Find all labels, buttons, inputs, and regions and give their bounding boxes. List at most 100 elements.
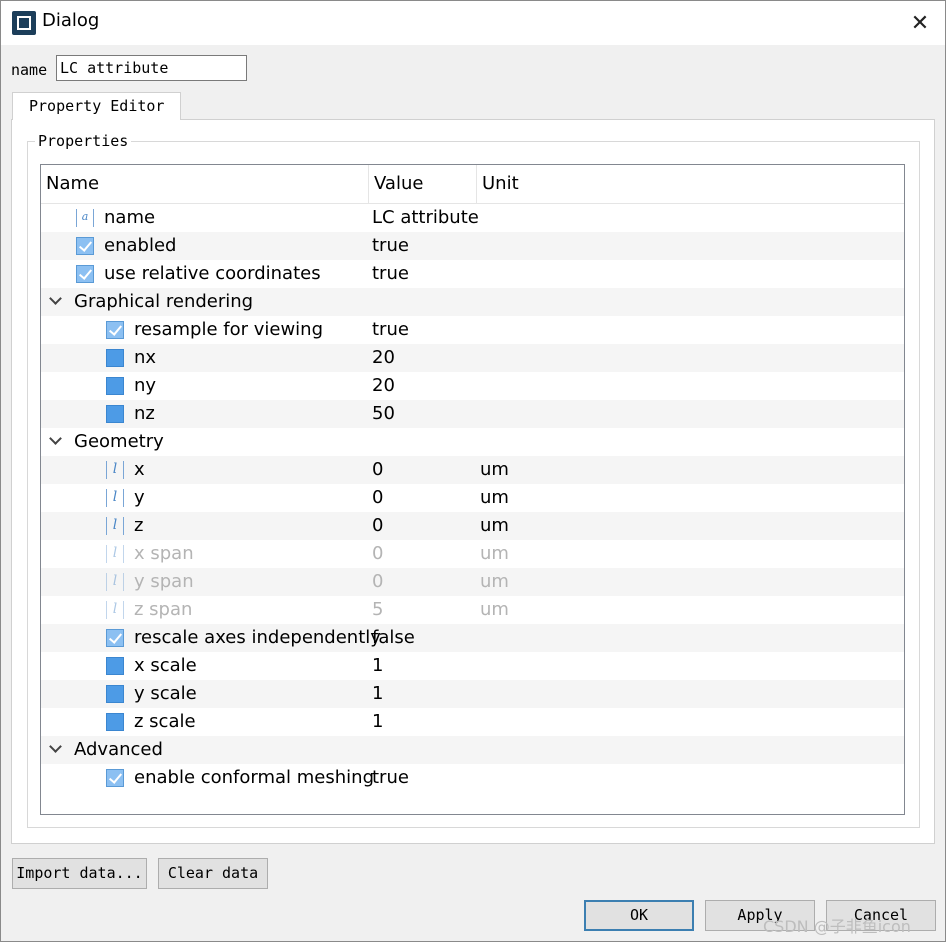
- tree-group-row[interactable]: Graphical rendering: [41, 288, 904, 316]
- row-name: z: [134, 515, 144, 536]
- tree-row[interactable]: l y 0 um: [41, 484, 904, 512]
- row-name: x scale: [134, 655, 197, 676]
- ok-button[interactable]: OK: [584, 900, 694, 931]
- row-value[interactable]: 1: [372, 652, 383, 680]
- tree-row[interactable]: resample for viewing true: [41, 316, 904, 344]
- row-name: resample for viewing: [134, 319, 323, 340]
- row-value[interactable]: LC attribute: [372, 204, 479, 232]
- checkbox-icon: [76, 265, 94, 283]
- tree-row[interactable]: nx 20: [41, 344, 904, 372]
- tree-row[interactable]: a name LC attribute: [41, 204, 904, 232]
- row-name: x: [134, 459, 145, 480]
- row-name: x span: [134, 543, 194, 564]
- row-name: enable conformal meshing: [134, 767, 375, 788]
- string-icon: a: [76, 209, 94, 227]
- row-value[interactable]: true: [372, 316, 409, 344]
- row-value[interactable]: 1: [372, 708, 383, 736]
- row-name: y scale: [134, 683, 197, 704]
- length-icon: l: [106, 461, 124, 479]
- checkbox-icon: [76, 237, 94, 255]
- app-icon: [12, 11, 36, 35]
- row-value[interactable]: 1: [372, 680, 383, 708]
- row-name: y: [134, 487, 145, 508]
- number-icon: [106, 377, 124, 395]
- row-value[interactable]: 20: [372, 344, 395, 372]
- length-icon: l: [106, 573, 124, 591]
- dialog-window: Dialog ✕ name Property Editor Properties…: [0, 0, 946, 942]
- tree-row[interactable]: enabled true: [41, 232, 904, 260]
- group-title: Properties: [35, 132, 132, 150]
- number-icon: [106, 349, 124, 367]
- row-value[interactable]: 0: [372, 540, 383, 568]
- tree-row[interactable]: enable conformal meshing true: [41, 764, 904, 792]
- row-unit: um: [480, 459, 509, 480]
- row-name: ny: [134, 375, 157, 396]
- tree-row[interactable]: use relative coordinates true: [41, 260, 904, 288]
- row-value[interactable]: true: [372, 232, 409, 260]
- row-name: use relative coordinates: [104, 263, 321, 284]
- row-value[interactable]: true: [372, 260, 409, 288]
- tree-group-row[interactable]: Advanced: [41, 736, 904, 764]
- row-value[interactable]: 0: [372, 456, 383, 484]
- tree-row[interactable]: l x 0 um: [41, 456, 904, 484]
- row-name: nx: [134, 347, 157, 368]
- column-header-value[interactable]: Value: [369, 165, 477, 203]
- row-value[interactable]: true: [372, 764, 409, 792]
- tree-row[interactable]: y scale 1: [41, 680, 904, 708]
- number-icon: [106, 713, 124, 731]
- tree-row[interactable]: l z span 5 um: [41, 596, 904, 624]
- length-icon: l: [106, 601, 124, 619]
- checkbox-icon: [106, 321, 124, 339]
- row-name: z scale: [134, 711, 196, 732]
- row-value[interactable]: 50: [372, 400, 395, 428]
- row-name: name: [104, 207, 156, 228]
- chevron-down-icon[interactable]: [47, 432, 65, 450]
- row-value[interactable]: 5: [372, 596, 383, 624]
- chevron-down-icon[interactable]: [47, 292, 65, 310]
- row-name: z span: [134, 599, 193, 620]
- row-name: Graphical rendering: [74, 291, 254, 312]
- number-icon: [106, 405, 124, 423]
- number-icon: [106, 657, 124, 675]
- row-value[interactable]: 0: [372, 512, 383, 540]
- checkbox-icon: [106, 769, 124, 787]
- row-name: y span: [134, 571, 194, 592]
- length-icon: l: [106, 545, 124, 563]
- checkbox-icon: [106, 629, 124, 647]
- row-value[interactable]: 20: [372, 372, 395, 400]
- row-unit: um: [480, 599, 509, 620]
- row-name: Geometry: [74, 431, 164, 452]
- chevron-down-icon[interactable]: [47, 740, 65, 758]
- row-unit: um: [480, 571, 509, 592]
- clear-data-button[interactable]: Clear data: [158, 858, 268, 889]
- row-name: nz: [134, 403, 155, 424]
- length-icon: l: [106, 517, 124, 535]
- tree-row[interactable]: z scale 1: [41, 708, 904, 736]
- window-title: Dialog: [42, 10, 100, 31]
- close-button[interactable]: ✕: [897, 7, 943, 39]
- tree-row[interactable]: rescale axes independently false: [41, 624, 904, 652]
- tree-row[interactable]: nz 50: [41, 400, 904, 428]
- row-value[interactable]: 0: [372, 568, 383, 596]
- title-bar[interactable]: Dialog ✕: [1, 1, 945, 45]
- column-header-name[interactable]: Name: [41, 165, 369, 203]
- property-tree[interactable]: Name Value Unit a name LC attribute enabled…: [40, 164, 905, 815]
- row-value[interactable]: false: [372, 624, 415, 652]
- row-name: rescale axes independently: [134, 627, 381, 648]
- tree-row[interactable]: l x span 0 um: [41, 540, 904, 568]
- name-input[interactable]: [56, 55, 247, 81]
- row-unit: um: [480, 515, 509, 536]
- name-label: name: [11, 61, 48, 79]
- import-data-button[interactable]: Import data...: [12, 858, 147, 889]
- tree-row[interactable]: l y span 0 um: [41, 568, 904, 596]
- tree-group-row[interactable]: Geometry: [41, 428, 904, 456]
- length-icon: l: [106, 489, 124, 507]
- column-header-unit[interactable]: Unit: [477, 165, 904, 203]
- row-unit: um: [480, 543, 509, 564]
- tree-row[interactable]: ny 20: [41, 372, 904, 400]
- tree-row[interactable]: x scale 1: [41, 652, 904, 680]
- row-value[interactable]: 0: [372, 484, 383, 512]
- tree-row[interactable]: l z 0 um: [41, 512, 904, 540]
- tab-property-editor[interactable]: Property Editor: [12, 92, 181, 120]
- row-name: Advanced: [74, 739, 163, 760]
